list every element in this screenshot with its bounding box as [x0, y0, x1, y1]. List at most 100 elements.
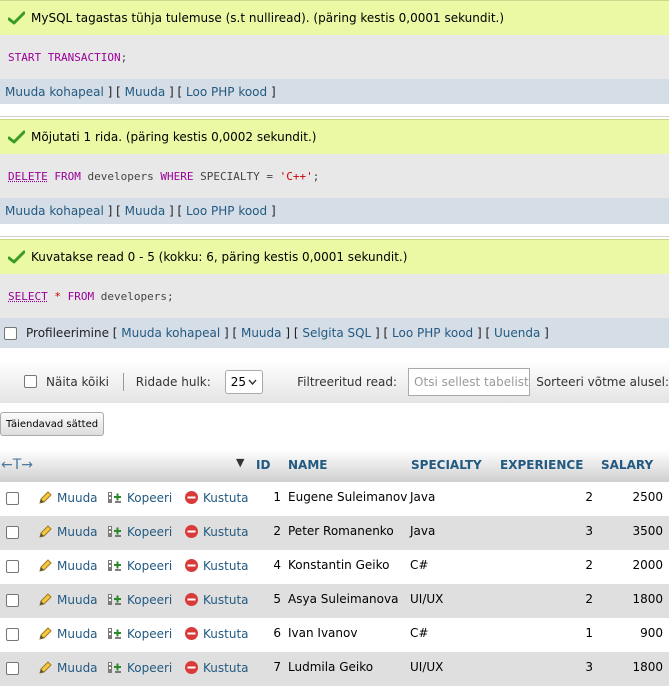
column-header-experience[interactable]: EXPERIENCE: [500, 458, 583, 472]
success-notice-2: Mõjutati 1 rida. (päring kestis 0,0002 s…: [0, 119, 669, 154]
copy-row-button[interactable]: Kopeeri: [107, 490, 172, 505]
copy-row-button[interactable]: Kopeeri: [107, 660, 172, 675]
cell-specialty: C#: [410, 558, 429, 572]
cell-specialty: UI/UX: [410, 660, 444, 674]
delete-icon: [185, 559, 198, 572]
delete-row-button[interactable]: Kustuta: [184, 592, 249, 607]
rows-count-value: 25: [230, 374, 247, 389]
edit-inline-link[interactable]: Muuda kohapeal: [121, 326, 220, 340]
sql-token: 'C++': [279, 169, 313, 183]
copy-insert-icon: [108, 560, 121, 571]
copy-insert-icon: [108, 526, 121, 537]
create-php-code-link[interactable]: Loo PHP kood: [392, 326, 473, 340]
edit-row-button[interactable]: Muuda: [38, 592, 98, 607]
row-select-checkbox[interactable]: [6, 560, 19, 573]
sql-token: ;: [312, 169, 320, 183]
column-header-name[interactable]: NAME: [288, 458, 327, 472]
column-toggle-arrows-icon[interactable]: ←T→: [1, 457, 33, 473]
row-select-checkbox[interactable]: [6, 492, 19, 505]
copy-row-button[interactable]: Kopeeri: [107, 592, 172, 607]
table-row: Muuda Kopeeri Kustuta 2 Peter Romanenko Java 3…: [0, 516, 669, 550]
profiling-label: Profileerimine: [26, 326, 109, 340]
row-select-checkbox[interactable]: [6, 628, 19, 641]
copy-row-button[interactable]: Kopeeri: [107, 626, 172, 641]
row-select-checkbox[interactable]: [6, 526, 19, 539]
cell-specialty: Java: [410, 490, 436, 504]
cell-id: 4: [273, 558, 281, 572]
rows-count-select[interactable]: 25: [224, 369, 264, 394]
cell-id: 2: [273, 524, 281, 538]
divider: [0, 236, 669, 237]
delete-row-button[interactable]: Kustuta: [184, 490, 249, 505]
edit-row-button[interactable]: Muuda: [38, 660, 98, 675]
query-links-2: Muuda kohapeal ] [ Muuda ] [ Loo PHP koo…: [0, 198, 669, 224]
delete-row-button[interactable]: Kustuta: [184, 626, 249, 641]
chevron-down-icon: [248, 379, 257, 385]
edit-label: Muuda: [57, 524, 98, 539]
notice-text: Mõjutati 1 rida. (päring kestis 0,0002 s…: [31, 130, 317, 144]
profiling-checkbox[interactable]: [4, 326, 17, 340]
refresh-link[interactable]: Uuenda: [494, 326, 540, 340]
copy-label: Kopeeri: [127, 626, 173, 641]
filter-search-input[interactable]: Otsi sellest tabelist: [408, 367, 531, 396]
copy-label: Kopeeri: [127, 490, 173, 505]
copy-label: Kopeeri: [127, 524, 173, 539]
explain-sql-link[interactable]: Selgita SQL: [302, 326, 371, 340]
cell-name: Ivan Ivanov: [288, 626, 358, 640]
edit-inline-link[interactable]: Muuda kohapeal: [5, 204, 104, 218]
cell-specialty: UI/UX: [410, 592, 444, 606]
edit-row-button[interactable]: Muuda: [38, 490, 98, 505]
sql-query-2: DELETE FROM developers WHERE SPECIALTY =…: [0, 154, 669, 198]
table-row: Muuda Kopeeri Kustuta 5 Asya Suleimanova UI/U…: [0, 584, 669, 618]
sql-token: developers: [80, 169, 161, 183]
cell-experience: 3: [585, 660, 593, 674]
sql-query-1: START TRANSACTION;: [0, 35, 669, 79]
delete-icon: [185, 593, 198, 606]
success-notice-1: MySQL tagastas tühja tulemuse (s.t nulli…: [0, 0, 669, 35]
sql-token: *: [54, 289, 61, 303]
edit-row-button[interactable]: Muuda: [38, 524, 98, 539]
edit-inline-link[interactable]: Muuda kohapeal: [5, 85, 104, 99]
edit-link[interactable]: Muuda: [125, 85, 166, 99]
edit-row-button[interactable]: Muuda: [38, 558, 98, 573]
column-header-specialty[interactable]: SPECIALTY: [411, 458, 482, 472]
success-notice-3: Kuvatakse read 0 - 5 (kokku: 6, päring k…: [0, 239, 669, 274]
sql-token: DELETE: [8, 169, 48, 183]
cell-name: Asya Suleimanova: [288, 592, 399, 606]
table-row: Muuda Kopeeri Kustuta 6 Ivan Ivanov C# 1 900: [0, 618, 669, 652]
edit-row-button[interactable]: Muuda: [38, 626, 98, 641]
copy-row-button[interactable]: Kopeeri: [107, 558, 172, 573]
row-select-checkbox[interactable]: [6, 662, 19, 675]
edit-label: Muuda: [57, 558, 98, 573]
create-php-code-link[interactable]: Loo PHP kood: [186, 85, 267, 99]
edit-link[interactable]: Muuda: [125, 204, 166, 218]
delete-row-button[interactable]: Kustuta: [184, 558, 249, 573]
delete-row-button[interactable]: Kustuta: [184, 660, 249, 675]
copy-insert-icon: [108, 628, 121, 639]
cell-salary: 1800: [632, 660, 663, 674]
column-header-id[interactable]: ID: [256, 458, 270, 472]
delete-row-button[interactable]: Kustuta: [184, 524, 249, 539]
table-navigation-bar: Näita kõiki Ridade hulk: 25 Filtreeritud…: [0, 360, 669, 403]
sql-token: SELECT: [8, 289, 48, 303]
cell-experience: 2: [585, 592, 593, 606]
show-all-checkbox[interactable]: [24, 375, 37, 388]
pencil-icon: [39, 593, 52, 606]
copy-row-button[interactable]: Kopeeri: [107, 524, 172, 539]
cell-experience: 3: [585, 524, 593, 538]
sql-token: FROM: [67, 289, 95, 303]
filter-label: Filtreeritud read:: [297, 374, 398, 389]
create-php-code-link[interactable]: Loo PHP kood: [186, 204, 267, 218]
extra-options-button[interactable]: Täiendavad sätted: [0, 412, 105, 436]
row-select-checkbox[interactable]: [6, 594, 19, 607]
edit-link[interactable]: Muuda: [241, 326, 282, 340]
cell-specialty: Java: [410, 524, 436, 538]
column-header-salary[interactable]: SALARY: [601, 458, 653, 472]
delete-label: Kustuta: [203, 558, 249, 573]
delete-icon: [185, 491, 198, 504]
delete-label: Kustuta: [203, 660, 249, 675]
show-all-label: Näita kõiki: [46, 374, 110, 389]
delete-icon: [185, 661, 198, 674]
